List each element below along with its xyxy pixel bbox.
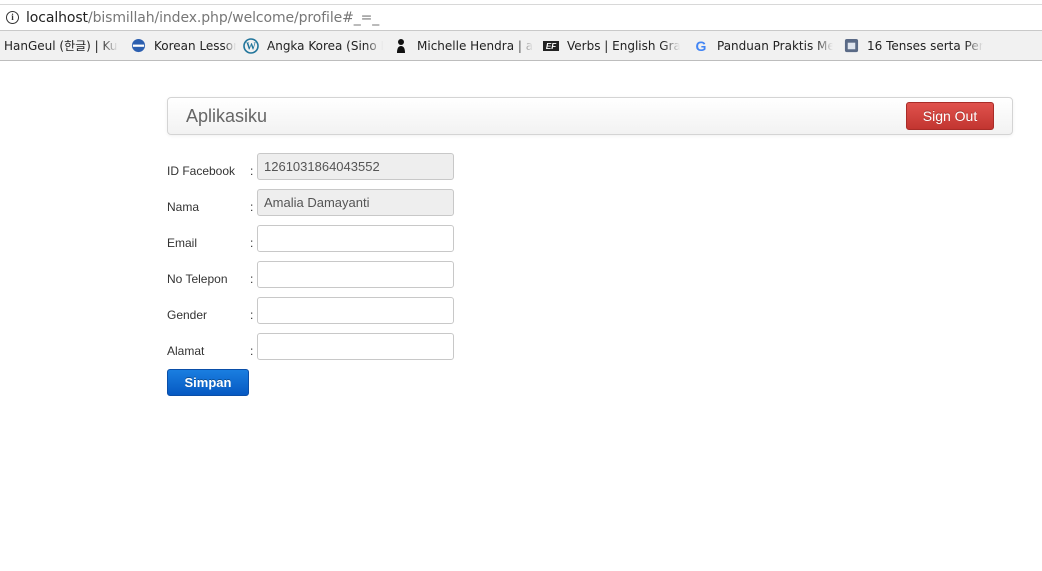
url-host: localhost [26, 9, 88, 26]
bookmark-label: Angka Korea (Sino Ko [267, 38, 383, 53]
bookmark-label: Korean Lesson [154, 38, 236, 53]
bookmark-label: HanGeul (한글) | Kurs [4, 39, 118, 53]
alamat-label: Alamat [167, 344, 205, 358]
google-icon: G [693, 38, 709, 54]
wordpress-icon: W [243, 37, 259, 54]
bookmark-verbs[interactable]: EF Verbs | English Gramm [543, 31, 680, 60]
blog-icon [843, 38, 859, 54]
field-separator: : [250, 200, 254, 214]
email-field[interactable] [257, 225, 454, 252]
form-row-gender: Gender : [167, 297, 467, 325]
bookmark-16-tenses[interactable]: 16 Tenses serta Penje [843, 31, 983, 60]
ef-icon: EF [543, 38, 559, 54]
id-facebook-label: ID Facebook [167, 164, 236, 178]
field-separator: : [250, 236, 254, 250]
form-row-email: Email : [167, 225, 467, 253]
field-separator: : [250, 272, 254, 286]
svg-text:G: G [696, 38, 707, 54]
bookmark-label: Panduan Praktis Men [717, 38, 833, 53]
bookmark-korean-lesson[interactable]: Korean Lesson [130, 31, 236, 60]
address-bar[interactable]: i localhost/bismillah/index.php/welcome/… [0, 4, 1042, 30]
gender-label: Gender [167, 308, 208, 322]
field-separator: : [250, 164, 254, 178]
field-separator: : [250, 308, 254, 322]
person-icon [393, 38, 409, 54]
bookmark-label: Michelle Hendra | all [417, 38, 533, 53]
bookmark-angka-korea[interactable]: W Angka Korea (Sino Ko [243, 31, 383, 60]
bookmarks-bar: HanGeul (한글) | Kurs Korean Lesson W Angk… [0, 30, 1042, 61]
nama-field[interactable]: Amalia Damayanti [257, 189, 454, 216]
app-brand[interactable]: Aplikasiku [186, 106, 267, 127]
bookmark-label: 16 Tenses serta Penje [867, 38, 983, 53]
bookmark-panduan[interactable]: G Panduan Praktis Men [693, 31, 833, 60]
sign-out-button[interactable]: Sign Out [906, 102, 994, 130]
korean-globe-icon [130, 38, 146, 54]
svg-text:W: W [246, 41, 256, 52]
form-row-nama: Nama : Amalia Damayanti [167, 189, 467, 217]
id-facebook-field[interactable]: 1261031864043552 [257, 153, 454, 180]
app-navbar: Aplikasiku Sign Out [167, 97, 1013, 135]
svg-text:EF: EF [546, 42, 557, 51]
email-label: Email [167, 236, 198, 250]
url-text[interactable]: localhost/bismillah/index.php/welcome/pr… [26, 10, 379, 26]
bookmark-hangeul[interactable]: HanGeul (한글) | Kurs [4, 31, 118, 60]
form-row-no-telepon: No Telepon : [167, 261, 467, 289]
form-row-id-facebook: ID Facebook : 1261031864043552 [167, 153, 467, 181]
form-row-alamat: Alamat : [167, 333, 467, 361]
field-separator: : [250, 344, 254, 358]
alamat-field[interactable] [257, 333, 454, 360]
info-icon[interactable]: i [6, 11, 19, 24]
bookmark-michelle-hendra[interactable]: Michelle Hendra | all [393, 31, 533, 60]
simpan-button[interactable]: Simpan [167, 369, 249, 396]
nama-label: Nama [167, 200, 200, 214]
url-path: /bismillah/index.php/welcome/profile#_=_ [87, 9, 380, 26]
no-telepon-label: No Telepon [167, 272, 228, 286]
bookmark-label: Verbs | English Gramm [567, 38, 680, 53]
no-telepon-field[interactable] [257, 261, 454, 288]
gender-field[interactable] [257, 297, 454, 324]
